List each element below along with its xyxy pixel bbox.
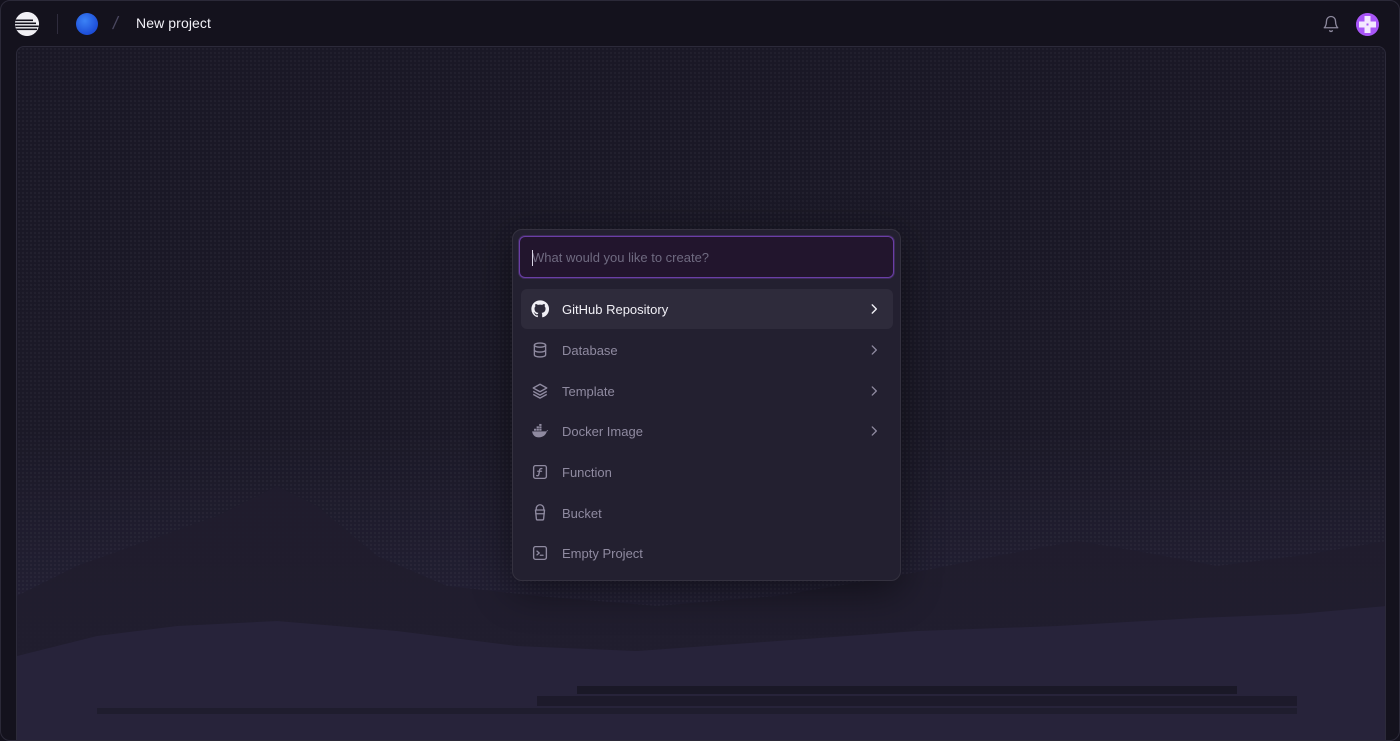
database-icon <box>531 341 549 359</box>
chevron-right-icon <box>867 384 881 398</box>
github-icon <box>531 300 550 318</box>
app-window: / New project What would you like to cre… <box>0 0 1400 741</box>
layers-icon <box>531 382 549 400</box>
menu-item-label: Database <box>562 343 618 358</box>
bell-icon[interactable] <box>1322 15 1340 33</box>
menu-item-label: GitHub Repository <box>562 302 669 317</box>
menu-item-label: Empty Project <box>562 546 643 561</box>
menu-item-github-repository[interactable]: GitHub Repository <box>521 289 893 329</box>
user-avatar[interactable] <box>1356 13 1379 36</box>
function-icon <box>531 463 549 481</box>
create-project-modal: GitHub Repository Database <box>512 229 901 581</box>
top-bar: / New project <box>1 1 1399 46</box>
bucket-icon <box>531 504 549 522</box>
menu-item-docker-image[interactable]: Docker Image <box>521 411 893 451</box>
menu-item-label: Bucket <box>562 506 602 521</box>
breadcrumb-separator: / <box>111 13 120 33</box>
menu-item-empty-project[interactable]: Empty Project <box>521 533 893 573</box>
railway-logo-icon[interactable] <box>15 12 39 36</box>
page-title: New project <box>136 15 212 31</box>
workspace-avatar[interactable] <box>76 13 98 35</box>
header-divider <box>57 14 58 34</box>
menu-item-function[interactable]: Function <box>521 452 893 492</box>
terminal-icon <box>531 544 549 562</box>
docker-icon <box>531 422 549 440</box>
create-search-field[interactable] <box>519 236 894 278</box>
text-caret <box>532 250 533 266</box>
menu-item-bucket[interactable]: Bucket <box>521 493 893 533</box>
menu-item-database[interactable]: Database <box>521 330 893 370</box>
menu-item-label: Template <box>562 384 615 399</box>
menu-item-label: Docker Image <box>562 424 643 439</box>
chevron-right-icon <box>867 302 881 316</box>
create-search-input[interactable] <box>520 237 893 277</box>
menu-item-template[interactable]: Template <box>521 371 893 411</box>
chevron-right-icon <box>867 424 881 438</box>
menu-item-label: Function <box>562 465 612 480</box>
chevron-right-icon <box>867 343 881 357</box>
